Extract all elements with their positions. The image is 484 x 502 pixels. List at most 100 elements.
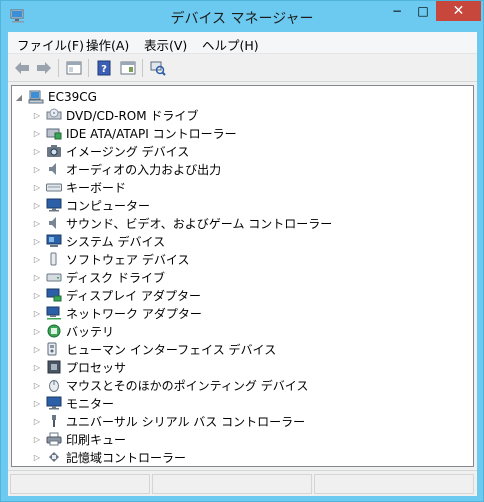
close-button[interactable]: ✕	[436, 1, 481, 21]
tree-item[interactable]: ▷ ネットワーク アダプター	[32, 304, 202, 322]
toolbar-separator	[88, 59, 89, 77]
menu-action[interactable]: 操作(A)	[86, 35, 129, 54]
storage-controller-icon	[46, 449, 62, 465]
tree-item-label: 印刷キュー	[66, 432, 127, 447]
tree-item-label: プロセッサ	[66, 360, 127, 375]
monitor-icon	[46, 395, 62, 411]
expand-arrow-icon[interactable]: ▷	[32, 106, 42, 124]
expand-arrow-icon[interactable]: ▷	[32, 412, 42, 430]
usb-icon	[46, 413, 62, 429]
tree-item[interactable]: ▷ イメージング デバイス	[32, 142, 189, 160]
svg-text:?: ?	[101, 64, 107, 75]
expand-arrow-icon[interactable]: ▷	[32, 232, 42, 250]
dvd-drive-icon	[46, 107, 62, 123]
expand-arrow-icon[interactable]: ▷	[32, 430, 42, 448]
tree-item[interactable]: ▷ ディスク ドライブ	[32, 268, 165, 286]
collapse-arrow-icon[interactable]: ◢	[14, 88, 24, 106]
printer-icon	[46, 431, 62, 447]
tree-item[interactable]: ▷ 印刷キュー	[32, 430, 126, 448]
status-pane	[152, 474, 312, 494]
properties-button[interactable]	[118, 59, 138, 77]
tree-item[interactable]: ▷ オーディオの入力および出力	[32, 160, 221, 178]
expand-arrow-icon[interactable]: ▷	[32, 394, 42, 412]
system-device-icon	[46, 233, 62, 249]
battery-icon	[46, 323, 62, 339]
tree-item-label: バッテリ	[66, 324, 115, 339]
tree-item-label: キーボード	[66, 180, 127, 195]
expand-arrow-icon[interactable]: ▷	[32, 196, 42, 214]
expand-arrow-icon[interactable]: ▷	[32, 250, 42, 268]
toolbar-separator	[58, 59, 59, 77]
expand-arrow-icon[interactable]: ▷	[32, 124, 42, 142]
tree-item-label: システム デバイス	[66, 234, 166, 249]
menu-view[interactable]: 表示(V)	[144, 35, 187, 54]
tree-item[interactable]: ▷ システム デバイス	[32, 232, 165, 250]
menu-help[interactable]: ヘルプ(H)	[202, 35, 259, 54]
tree-item[interactable]: ▷ ディスプレイ アダプター	[32, 286, 201, 304]
tree-item-label: ディスク ドライブ	[66, 270, 165, 285]
expand-arrow-icon[interactable]: ▷	[32, 286, 42, 304]
monitor-icon	[46, 197, 62, 213]
expand-arrow-icon[interactable]: ▷	[32, 142, 42, 160]
expand-arrow-icon[interactable]: ▷	[32, 322, 42, 340]
tree-item[interactable]: ▷ バッテリ	[32, 322, 114, 340]
maximize-button[interactable]: □	[410, 1, 436, 21]
status-bar	[8, 470, 477, 496]
computer-icon	[28, 89, 44, 105]
tree-item-label: サウンド、ビデオ、およびゲーム コントローラー	[66, 216, 333, 231]
expand-arrow-icon[interactable]: ▷	[32, 376, 42, 394]
tree-item-label: ディスプレイ アダプター	[66, 288, 201, 303]
forward-button[interactable]	[34, 59, 54, 77]
processor-icon	[46, 359, 62, 375]
device-tree[interactable]: ◢ EC39CG ▷ DVD/CD-ROM ドライブ ▷ IDE ATA/ATAPI …	[11, 85, 474, 467]
speaker-icon	[46, 215, 62, 231]
client-area: ファイル(F) 操作(A) 表示(V) ヘルプ(H) ? ◢ EC39CG ▷ …	[8, 32, 477, 496]
title-bar[interactable]: デバイス マネージャー − □ ✕	[1, 1, 483, 32]
tree-item-label: マウスとそのほかのポインティング デバイス	[66, 378, 309, 393]
tree-item-label: モニター	[66, 396, 115, 411]
network-adapter-icon	[46, 305, 62, 321]
menu-file[interactable]: ファイル(F)	[17, 35, 84, 54]
tree-item-label: コンピューター	[66, 198, 151, 213]
tree-item[interactable]: ▷ DVD/CD-ROM ドライブ	[32, 106, 198, 124]
expand-arrow-icon[interactable]: ▷	[32, 358, 42, 376]
camera-icon	[46, 143, 62, 159]
expand-arrow-icon[interactable]: ▷	[32, 448, 42, 466]
show-hide-console-tree-icon	[66, 61, 82, 75]
expand-arrow-icon[interactable]: ▷	[32, 340, 42, 358]
tree-item[interactable]: ▷ キーボード	[32, 178, 126, 196]
tree-item-label: 記憶域コントローラー	[66, 450, 187, 465]
software-device-icon	[46, 251, 62, 267]
ide-controller-icon	[46, 125, 62, 141]
properties-icon	[120, 61, 136, 75]
tree-item-label: ネットワーク アダプター	[66, 306, 202, 321]
tree-item[interactable]: ▷ プロセッサ	[32, 358, 126, 376]
expand-arrow-icon[interactable]: ▷	[32, 304, 42, 322]
tree-item[interactable]: ▷ ソフトウェア デバイス	[32, 250, 189, 268]
speaker-icon	[46, 161, 62, 177]
tree-root[interactable]: ◢ EC39CG	[14, 88, 97, 106]
keyboard-icon	[46, 179, 62, 195]
tree-item[interactable]: ▷ サウンド、ビデオ、およびゲーム コントローラー	[32, 214, 332, 232]
help-icon: ?	[97, 60, 111, 76]
help-button[interactable]: ?	[94, 59, 114, 77]
expand-arrow-icon[interactable]: ▷	[32, 268, 42, 286]
tree-item[interactable]: ▷ ユニバーサル シリアル バス コントローラー	[32, 412, 305, 430]
mouse-icon	[46, 377, 62, 393]
back-button[interactable]	[12, 59, 32, 77]
scan-hardware-button[interactable]	[148, 59, 168, 77]
tree-item[interactable]: ▷ モニター	[32, 394, 114, 412]
tree-item[interactable]: ▷ マウスとそのほかのポインティング デバイス	[32, 376, 308, 394]
expand-arrow-icon[interactable]: ▷	[32, 178, 42, 196]
show-hide-tree-button[interactable]	[64, 59, 84, 77]
tree-item[interactable]: ▷ コンピューター	[32, 196, 150, 214]
hid-icon	[46, 341, 62, 357]
minimize-button[interactable]: −	[384, 1, 410, 21]
tree-item[interactable]: ▷ ヒューマン インターフェイス デバイス	[32, 340, 276, 358]
expand-arrow-icon[interactable]: ▷	[32, 160, 42, 178]
scan-hardware-changes-icon	[150, 61, 166, 76]
tree-item[interactable]: ▷ 記憶域コントローラー	[32, 448, 186, 466]
disk-drive-icon	[46, 269, 62, 285]
tree-item[interactable]: ▷ IDE ATA/ATAPI コントローラー	[32, 124, 237, 142]
expand-arrow-icon[interactable]: ▷	[32, 214, 42, 232]
